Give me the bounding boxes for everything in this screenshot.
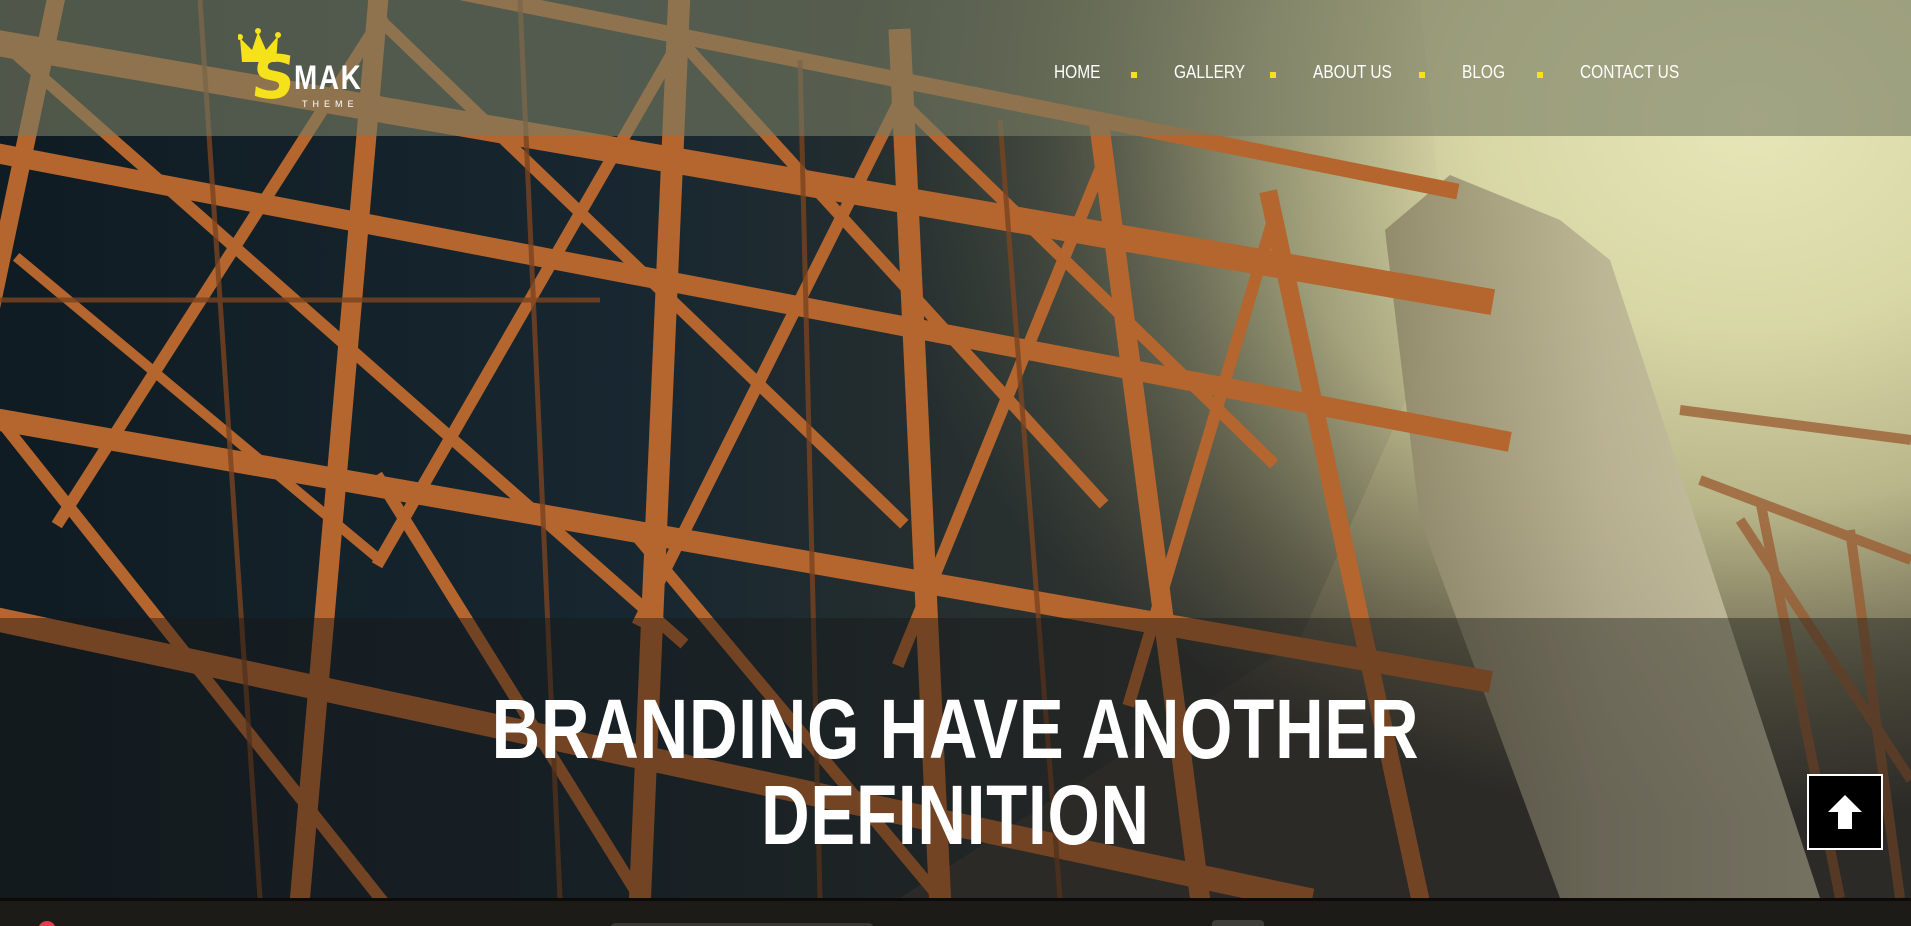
nav-item-contact-us[interactable]: CONTACT US [1580,62,1679,83]
arrow-up-icon [1828,795,1862,829]
nav-separator [1419,72,1425,78]
nav-separator [1537,72,1543,78]
nav-item-home[interactable]: HOME [1054,62,1100,83]
headline-line-2: DEFINITION [761,768,1150,862]
slider-knob[interactable] [1212,920,1264,926]
app-icon [38,921,56,926]
nav-item-about-us[interactable]: ABOUT US [1313,62,1392,83]
logo-tagline: THEME [302,99,359,109]
back-to-top-button[interactable] [1807,774,1883,850]
logo-letter: S [248,43,299,113]
nav-item-gallery[interactable]: GALLERY [1174,62,1245,83]
bottom-bar [0,898,1911,926]
logo-wordmark: MAK [294,59,363,97]
hero-headline: BRANDING HAVE ANOTHER DEFINITION [0,686,1911,858]
nav-item-blog[interactable]: BLOG [1462,62,1505,83]
nav-separator [1270,72,1276,78]
site-logo[interactable]: S MAK THEME [238,28,378,113]
nav-separator [1131,72,1137,78]
site-header: S MAK THEME HOME GALLERY ABOUT US BLOG C… [0,0,1911,136]
page: S MAK THEME HOME GALLERY ABOUT US BLOG C… [0,0,1911,926]
headline-line-1: BRANDING HAVE ANOTHER [491,682,1420,776]
